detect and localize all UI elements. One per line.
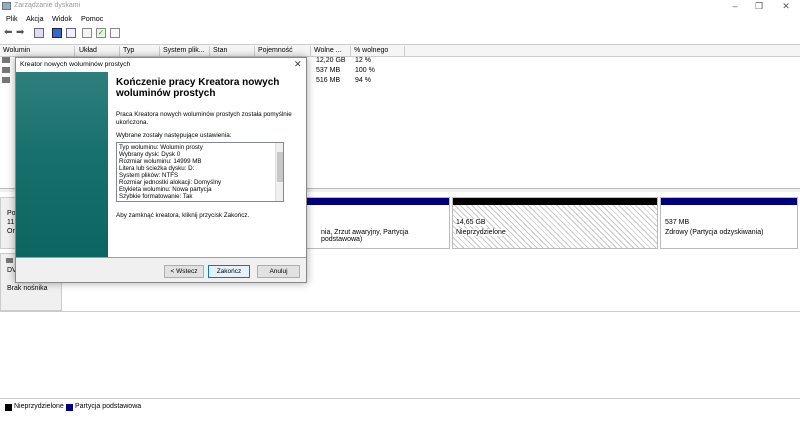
properties-icon[interactable] bbox=[34, 28, 44, 38]
col-wolumin[interactable]: Wolumin bbox=[0, 46, 75, 56]
minimize-button[interactable]: – bbox=[724, 0, 746, 12]
settings-summary-box[interactable]: Typ woluminu: Wolumin prosty Wybrany dys… bbox=[116, 142, 284, 202]
wizard-dialog: Kreator nowych woluminów prostych ✕ Końc… bbox=[15, 57, 307, 283]
setting-line: Etykieta woluminu: Nowa partycja bbox=[119, 186, 212, 193]
unallocated-size: 14,65 GB bbox=[456, 219, 486, 226]
recovery-size: 537 MB bbox=[665, 219, 690, 226]
close-hint: Aby zamknąć kreatora, kliknij przycisk Z… bbox=[116, 212, 250, 219]
finish-button[interactable]: Zakończ bbox=[208, 265, 250, 278]
cancel-button[interactable]: Anuluj bbox=[257, 265, 300, 278]
row2-free: 537 MB bbox=[316, 67, 341, 74]
forward-arrow-icon[interactable]: ➡ bbox=[16, 28, 26, 38]
scrollbar-thumb[interactable] bbox=[277, 152, 283, 182]
col-wolne[interactable]: Wolne ... bbox=[311, 46, 351, 56]
setting-line: Wybrany dysk: Dysk 0 bbox=[119, 151, 181, 158]
menu-pomoc[interactable]: Pomoc bbox=[81, 14, 103, 23]
partition-recovery[interactable]: 537 MB Zdrowy (Partycja odzyskiwania) bbox=[660, 197, 798, 249]
window-titlebar: Zarządzanie dyskami – ❐ ✕ bbox=[0, 0, 800, 13]
row3-free: 516 MB bbox=[316, 77, 341, 84]
menu-plik[interactable]: Plik bbox=[6, 14, 18, 23]
back-button[interactable]: < Wstecz bbox=[164, 265, 204, 278]
back-arrow-icon[interactable]: ⬅ bbox=[4, 28, 14, 38]
menu-akcja[interactable]: Akcja bbox=[26, 14, 44, 23]
dialog-separator bbox=[16, 257, 306, 258]
toolbar: ⬅ ➡ ✓ bbox=[0, 26, 800, 40]
setting-line: Szybkie formatowanie: Tak bbox=[119, 193, 193, 200]
unallocated-bar bbox=[453, 198, 657, 205]
help-icon[interactable] bbox=[52, 28, 62, 38]
volume-icon bbox=[2, 57, 10, 63]
menu-bar: Plik Akcja Widok Pomoc bbox=[0, 13, 800, 25]
row2-pct: 100 % bbox=[355, 67, 375, 74]
maximize-button[interactable]: ❐ bbox=[748, 0, 770, 12]
checkmark-icon[interactable]: ✓ bbox=[96, 28, 106, 38]
dialog-title: Kreator nowych woluminów prostych bbox=[20, 61, 131, 68]
rescan-icon[interactable] bbox=[82, 28, 92, 38]
window-title: Zarządzanie dyskami bbox=[14, 2, 81, 9]
row1-pct: 12 % bbox=[355, 57, 371, 64]
legend-primary-label: Partycja podstawowa bbox=[75, 403, 142, 410]
legend-unallocated-label: Nieprzydzielone bbox=[14, 403, 64, 410]
dialog-titlebar: Kreator nowych woluminów prostych ✕ bbox=[16, 58, 306, 72]
disk0-label-line3: Or bbox=[7, 228, 15, 235]
list-icon[interactable] bbox=[110, 28, 120, 38]
settings-label: Wybrane zostały następujące ustawienia: bbox=[116, 132, 232, 139]
dvd-status: Brak nośnika bbox=[7, 285, 48, 292]
legend-unallocated-swatch bbox=[5, 404, 12, 411]
legend-primary-swatch bbox=[66, 404, 73, 411]
setting-line: Rozmiar jednostki alokacji: Domyślny bbox=[119, 179, 222, 186]
dvd-drive-icon bbox=[6, 258, 13, 263]
unallocated-label: Nieprzydzielone bbox=[456, 229, 506, 236]
setting-line: Litera lub ścieżka dysku: D: bbox=[119, 165, 195, 172]
row3-pct: 94 % bbox=[355, 77, 371, 84]
partition-primary-status: nia, Zrzut awaryjny, Partycja podstawowa… bbox=[321, 229, 409, 243]
menu-widok[interactable]: Widok bbox=[52, 14, 72, 23]
volume-icon bbox=[2, 77, 10, 83]
col-pojemnosc[interactable]: Pojemność bbox=[255, 46, 311, 56]
col-typ[interactable]: Typ bbox=[120, 46, 160, 56]
volume-icon bbox=[2, 67, 10, 73]
col-stan[interactable]: Stan bbox=[210, 46, 255, 56]
disk0-label-line2: 11 bbox=[7, 219, 15, 226]
recovery-label: Zdrowy (Partycja odzyskiwania) bbox=[665, 229, 764, 236]
col-procent-wolnego[interactable]: % wolnego bbox=[351, 46, 405, 56]
dialog-close-icon[interactable]: ✕ bbox=[294, 59, 302, 70]
setting-line: System plików: NTFS bbox=[119, 172, 179, 179]
divider bbox=[0, 311, 800, 312]
recovery-bar bbox=[661, 198, 797, 205]
row1-free: 12,20 GB bbox=[316, 57, 346, 64]
legend: Nieprzydzielone Partycja podstawowa bbox=[0, 398, 800, 415]
disk-management-icon bbox=[2, 2, 11, 10]
view-icon[interactable] bbox=[66, 28, 76, 38]
col-system-plikow[interactable]: System plik... bbox=[160, 46, 210, 56]
summary-scrollbar[interactable] bbox=[275, 143, 283, 201]
close-button[interactable]: ✕ bbox=[775, 0, 797, 12]
dialog-description: Praca Kreatora nowych woluminów prostych… bbox=[116, 111, 292, 126]
partition-unallocated[interactable]: 14,65 GB Nieprzydzielone bbox=[452, 197, 658, 249]
wizard-banner-image bbox=[16, 72, 108, 257]
setting-line: Rozmiar woluminu: 14999 MB bbox=[119, 158, 202, 165]
setting-line: Typ woluminu: Wolumin prosty bbox=[119, 144, 203, 151]
dialog-heading: Kończenie pracy Kreatora nowych woluminó… bbox=[116, 77, 280, 99]
col-uklad[interactable]: Układ bbox=[76, 46, 120, 56]
volume-table-header: Wolumin Układ Typ System plik... Stan Po… bbox=[0, 44, 800, 57]
